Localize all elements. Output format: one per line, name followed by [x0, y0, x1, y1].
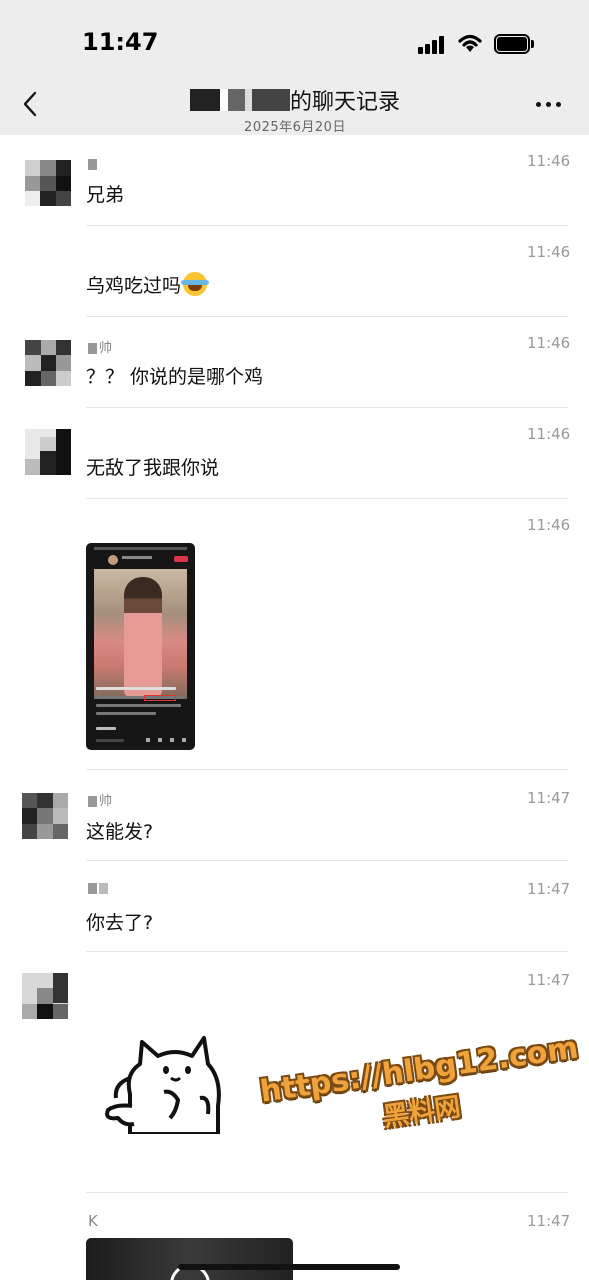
avatar[interactable] — [25, 340, 71, 386]
message-time: 11:46 — [527, 516, 571, 534]
message-text[interactable]: ？？ 你说的是哪个鸡 — [86, 362, 263, 389]
status-time: 11:47 — [82, 28, 159, 56]
divider — [86, 769, 568, 770]
message-time: 11:46 — [527, 152, 571, 170]
message-time: 11:46 — [527, 425, 571, 443]
more-button[interactable] — [536, 96, 566, 110]
wifi-icon — [456, 32, 484, 54]
divider — [86, 225, 568, 226]
title-suffix: 的聊天记录 — [289, 90, 400, 115]
message-time: 11:47 — [527, 789, 571, 807]
sender-name: 帅 — [88, 337, 112, 356]
sender-name — [88, 157, 99, 172]
back-button[interactable] — [16, 88, 46, 120]
message-time: 11:47 — [527, 971, 571, 989]
divider — [86, 407, 568, 408]
screenshot-image[interactable] — [86, 543, 195, 750]
message-item: 帅 11:46 ？？ 你说的是哪个鸡 — [0, 322, 589, 412]
divider — [86, 860, 568, 861]
message-time: 11:47 — [527, 880, 571, 898]
message-text[interactable]: 这能发? — [86, 817, 153, 844]
message-time: 11:46 — [527, 243, 571, 261]
divider — [86, 951, 568, 952]
sender-name — [88, 881, 110, 896]
status-bar: 11:47 — [0, 0, 589, 80]
chat-title: 的聊天记录 2025年6月20日 — [140, 84, 450, 135]
message-item: 11:46 乌鸡吃过吗 — [0, 231, 589, 321]
divider — [86, 1192, 568, 1193]
chat-header: 的聊天记录 2025年6月20日 — [0, 80, 589, 135]
signal-icon — [418, 36, 446, 54]
avatar[interactable] — [22, 973, 68, 1019]
message-time: 11:46 — [527, 334, 571, 352]
home-indicator[interactable] — [178, 1264, 400, 1270]
avatar[interactable] — [25, 160, 71, 206]
message-text[interactable]: 兄弟 — [86, 180, 124, 207]
sender-name: 帅 — [88, 790, 112, 809]
chevron-left-icon — [23, 91, 37, 117]
battery-icon — [494, 34, 534, 54]
ellipsis-icon — [536, 102, 541, 107]
message-text[interactable]: 无敌了我跟你说 — [86, 453, 219, 480]
divider — [86, 316, 568, 317]
divider — [86, 498, 568, 499]
avatar[interactable] — [22, 793, 68, 839]
message-item: 帅 11:47 这能发? — [0, 775, 589, 865]
cat-sticker-icon[interactable] — [100, 1034, 235, 1134]
message-item: 11:46 无敌了我跟你说 — [0, 413, 589, 503]
avatar[interactable] — [25, 429, 71, 475]
message-text[interactable]: 乌鸡吃过吗 — [86, 271, 210, 298]
message-text[interactable]: 你去了? — [86, 908, 153, 935]
message-time: 11:47 — [527, 1212, 571, 1230]
message-item: 11:46 兄弟 — [0, 140, 589, 230]
video-thumbnail[interactable] — [86, 1238, 293, 1280]
chat-date: 2025年6月20日 — [244, 120, 346, 135]
sender-name: K — [88, 1212, 98, 1230]
tears-of-joy-emoji-icon — [181, 272, 210, 296]
message-item: 11:47 你去了? — [0, 866, 589, 956]
redacted-name — [189, 89, 290, 111]
